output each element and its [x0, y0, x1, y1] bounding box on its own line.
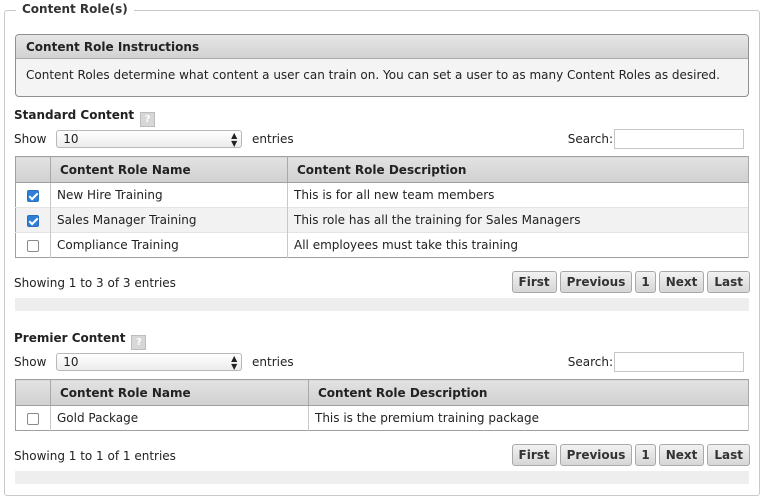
select-column-header[interactable] — [15, 379, 51, 406]
role-description: This is the premium training package — [308, 405, 749, 431]
table-header-row: Content Role Name Content Role Descripti… — [15, 379, 749, 406]
standard-search-control: Search: — [568, 129, 744, 149]
premier-content-table: Content Role Name Content Role Descripti… — [15, 379, 749, 431]
standard-content-title: Standard Content? — [14, 108, 156, 127]
entries-label: entries — [252, 132, 294, 146]
next-page-button[interactable]: Next — [658, 444, 705, 466]
content-roles-legend: Content Role(s) — [16, 2, 134, 16]
entries-select-value: 10 — [63, 132, 79, 146]
previous-page-button[interactable]: Previous — [559, 271, 633, 293]
row-checkbox[interactable] — [27, 214, 39, 227]
page-1-button[interactable]: 1 — [635, 271, 656, 293]
last-page-button[interactable]: Last — [707, 444, 750, 466]
role-name: New Hire Training — [50, 182, 288, 208]
premier-search-control: Search: — [568, 352, 744, 372]
row-checkbox[interactable] — [27, 189, 39, 202]
column-header-description[interactable]: Content Role Description — [308, 379, 749, 406]
premier-search-input[interactable] — [614, 352, 744, 372]
instructions-body: Content Roles determine what content a u… — [26, 68, 720, 82]
select-arrows-icon: ▲ ▼ — [231, 131, 238, 148]
help-icon[interactable]: ? — [140, 112, 156, 127]
standard-search-input[interactable] — [614, 129, 744, 149]
row-checkbox[interactable] — [27, 412, 39, 425]
standard-content-label: Standard Content — [14, 108, 135, 122]
first-page-button[interactable]: First — [511, 271, 557, 293]
help-icon[interactable]: ? — [131, 335, 147, 350]
premier-table-footer-bar — [15, 471, 749, 484]
select-arrows-icon: ▲ ▼ — [231, 354, 238, 371]
instructions-panel: Content Role Instructions Content Roles … — [15, 34, 749, 97]
entries-label: entries — [252, 355, 294, 369]
next-page-button[interactable]: Next — [658, 271, 705, 293]
role-name: Compliance Training — [50, 232, 288, 258]
standard-content-table: Content Role Name Content Role Descripti… — [15, 156, 749, 258]
last-page-button[interactable]: Last — [707, 271, 750, 293]
previous-page-button[interactable]: Previous — [559, 444, 633, 466]
page-1-button[interactable]: 1 — [635, 444, 656, 466]
premier-table-info: Showing 1 to 1 of 1 entries — [14, 449, 176, 463]
role-description: All employees must take this training — [287, 232, 749, 258]
row-checkbox[interactable] — [27, 239, 39, 252]
show-label: Show — [14, 355, 47, 369]
role-name: Sales Manager Training — [50, 207, 288, 233]
role-description: This is for all new team members — [287, 182, 749, 208]
premier-content-title: Premier Content? — [14, 331, 147, 350]
table-header-row: Content Role Name Content Role Descripti… — [15, 156, 749, 183]
instructions-title: Content Role Instructions — [16, 35, 748, 59]
search-label: Search: — [567, 355, 613, 369]
premier-content-label: Premier Content — [14, 331, 126, 345]
first-page-button[interactable]: First — [511, 444, 557, 466]
standard-table-info: Showing 1 to 3 of 3 entries — [14, 276, 176, 290]
premier-pagination: First Previous 1 Next Last — [511, 444, 750, 466]
select-column-header[interactable] — [15, 156, 51, 183]
table-row[interactable]: Sales Manager Training This role has all… — [15, 207, 749, 233]
role-name: Gold Package — [50, 405, 309, 431]
entries-select-value: 10 — [63, 355, 79, 369]
standard-pagination: First Previous 1 Next Last — [511, 271, 750, 293]
search-label: Search: — [567, 132, 613, 146]
standard-entries-select[interactable]: 10 ▲ ▼ — [56, 130, 243, 148]
standard-table-footer-bar — [15, 298, 749, 311]
role-description: This role has all the training for Sales… — [287, 207, 749, 233]
table-row[interactable]: New Hire Training This is for all new te… — [15, 182, 749, 208]
table-row[interactable]: Compliance Training All employees must t… — [15, 232, 749, 258]
standard-length-control: Show 10 ▲ ▼ entries — [14, 130, 294, 148]
show-label: Show — [14, 132, 47, 146]
column-header-name[interactable]: Content Role Name — [50, 379, 309, 406]
premier-length-control: Show 10 ▲ ▼ entries — [14, 353, 294, 371]
column-header-name[interactable]: Content Role Name — [50, 156, 288, 183]
column-header-description[interactable]: Content Role Description — [287, 156, 749, 183]
premier-entries-select[interactable]: 10 ▲ ▼ — [56, 353, 243, 371]
table-row[interactable]: Gold Package This is the premium trainin… — [15, 405, 749, 431]
